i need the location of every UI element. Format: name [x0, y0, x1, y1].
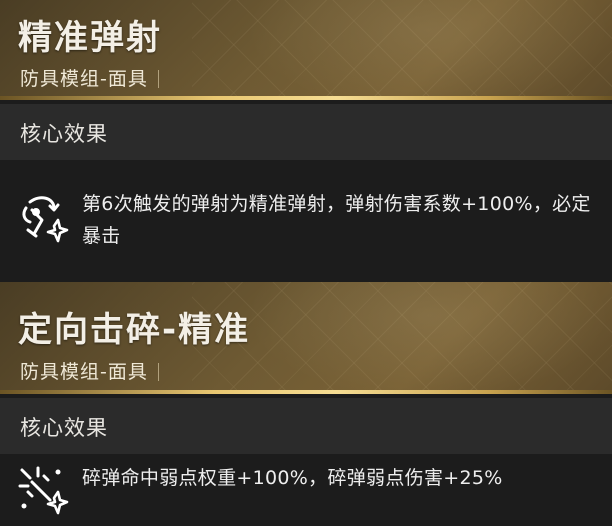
section-label: 核心效果 — [20, 122, 108, 146]
mod-header: 精准弹射 防具模组-面具 — [0, 0, 612, 100]
gold-divider-line — [0, 390, 612, 394]
mod-title: 精准弹射 — [18, 18, 162, 58]
mod-card-directed-shatter: 定向击碎-精准 防具模组-面具 核心效果 碎弹命中弱点权重+100%，碎弹弱点伤… — [0, 282, 612, 526]
header-pattern — [192, 0, 612, 100]
divider — [157, 363, 159, 381]
shatter-icon — [18, 466, 69, 515]
section-label: 核心效果 — [20, 416, 108, 440]
effect-row: 第6次触发的弹射为精准弹射，弹射伤害系数+100%，必定暴击 — [0, 160, 612, 282]
effect-row: 碎弹命中弱点权重+100%，碎弹弱点伤害+25% — [0, 454, 612, 526]
mod-type-label: 防具模组-面具 — [20, 68, 148, 90]
mod-header: 定向击碎-精准 防具模组-面具 — [0, 282, 612, 394]
mod-type: 防具模组-面具 — [20, 357, 159, 384]
ricochet-icon — [22, 196, 69, 243]
mod-title: 定向击碎-精准 — [18, 310, 251, 350]
effect-description: 第6次触发的弹射为精准弹射，弹射伤害系数+100%，必定暴击 — [82, 193, 591, 247]
mod-type: 防具模组-面具 — [20, 64, 159, 91]
gold-divider-line — [0, 96, 612, 100]
mod-type-label: 防具模组-面具 — [20, 361, 148, 383]
section-header: 核心效果 — [0, 104, 612, 160]
section-header: 核心效果 — [0, 398, 612, 454]
divider — [157, 70, 159, 88]
mod-card-precise-ricochet: 精准弹射 防具模组-面具 核心效果 第6次触发的弹射为精准弹射，弹射伤害系数+1… — [0, 0, 612, 282]
effect-description: 碎弹命中弱点权重+100%，碎弹弱点伤害+25% — [82, 467, 503, 489]
header-pattern — [192, 282, 612, 394]
